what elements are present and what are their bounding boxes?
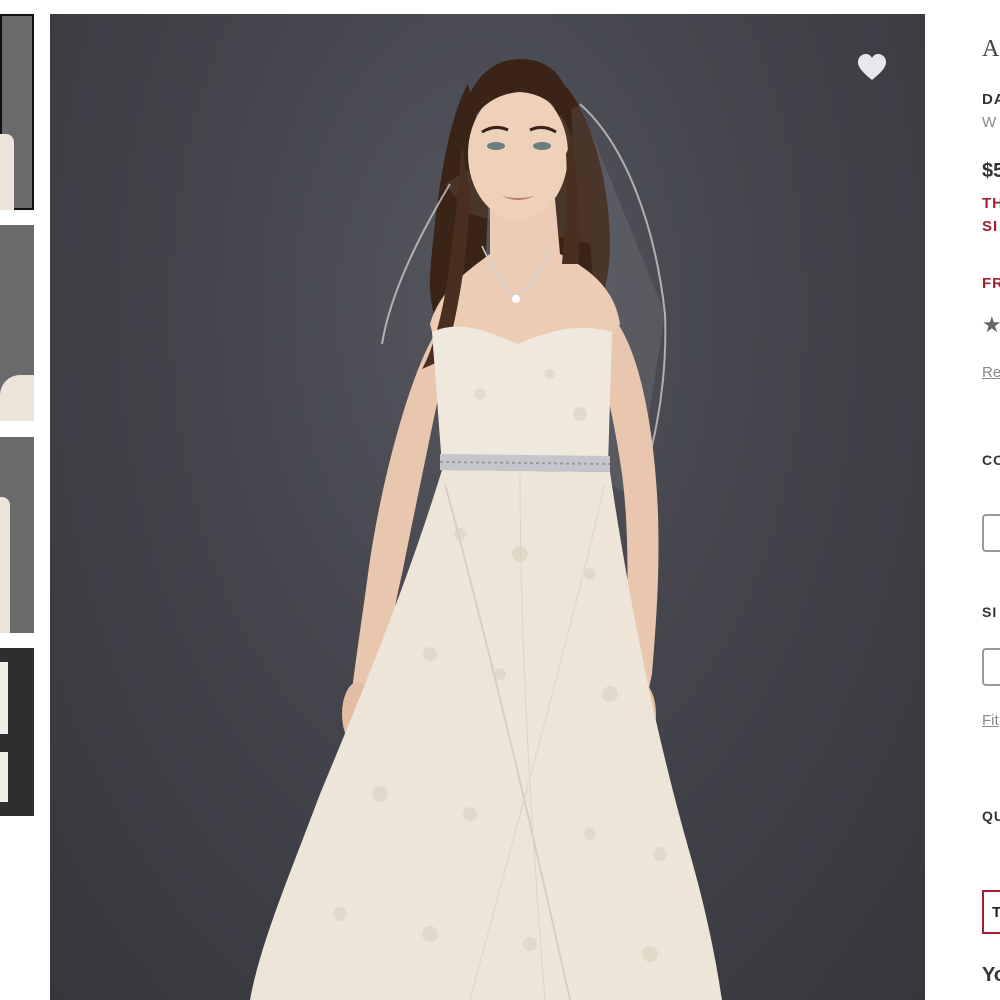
bride-illustration xyxy=(250,59,722,1000)
thumbnail-4[interactable] xyxy=(0,648,34,816)
try-on-button-label: T xyxy=(992,904,1000,921)
promo-message-line-2: SI xyxy=(982,218,999,235)
fit-guide-link[interactable]: Fit xyxy=(982,712,999,729)
thumbnail-gown xyxy=(0,134,14,210)
promo-message-line-1: TH xyxy=(982,195,1000,212)
thumbnail-gown xyxy=(0,375,34,421)
thumbnail-1[interactable] xyxy=(0,14,34,210)
section-heading: Yo xyxy=(982,964,1000,986)
product-price: $5 xyxy=(982,160,1000,182)
main-product-image xyxy=(50,14,925,1000)
reviews-link[interactable]: Re xyxy=(982,364,1000,381)
product-title: A xyxy=(982,36,1000,62)
size-label: SI xyxy=(982,604,998,620)
quantity-label: QU xyxy=(982,808,1000,824)
favorite-heart-icon[interactable] xyxy=(856,52,888,84)
thumbnail-gown xyxy=(0,497,10,633)
product-category: W xyxy=(982,114,997,131)
color-label: CO xyxy=(982,452,1000,468)
shipping-message: FR xyxy=(982,275,1000,292)
product-brand: DA xyxy=(982,91,1000,108)
thumbnail-gown xyxy=(0,662,8,734)
star-icon: ★ xyxy=(982,312,1000,337)
thumbnail-2[interactable] xyxy=(0,225,34,421)
size-select[interactable] xyxy=(982,648,1000,686)
try-on-button[interactable]: T xyxy=(982,890,1000,934)
color-swatch[interactable] xyxy=(982,514,1000,552)
thumbnail-3[interactable] xyxy=(0,437,34,633)
product-info-panel: A DA W $5 TH SI FR ★ Re CO SI Fit QU T Y… xyxy=(982,0,1000,1000)
thumbnail-gown xyxy=(0,752,8,802)
